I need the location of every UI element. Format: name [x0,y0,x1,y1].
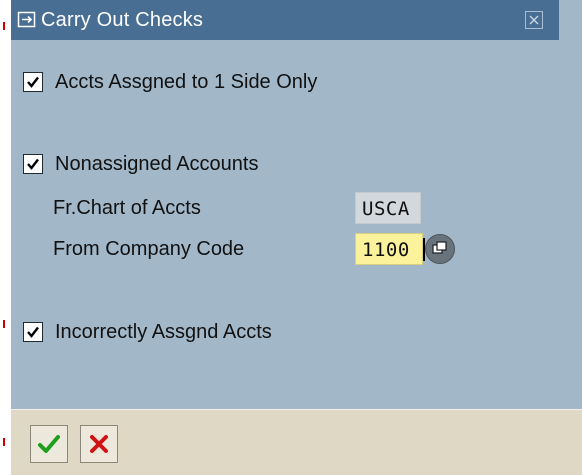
dialog-title: Carry Out Checks [41,9,204,31]
left-edge-strip [0,0,11,474]
accts-one-side-label: Accts Assgned to 1 Side Only [55,71,318,93]
carry-out-checks-dialog: Carry Out Checks Accts Assgned to 1 Side… [11,0,582,475]
company-code-input[interactable]: 1100 [355,233,425,265]
dialog-arrow-icon [17,10,37,30]
company-code-label: From Company Code [53,238,245,260]
company-code-value: 1100 [362,239,410,261]
chart-of-accts-label: Fr.Chart of Accts [53,197,201,219]
value-help-icon[interactable] [425,234,455,264]
chart-of-accts-value: USCA [362,198,410,220]
accts-one-side-checkbox[interactable] [23,72,43,92]
cancel-x-icon[interactable] [80,425,118,463]
chart-of-accts-field: USCA [355,192,421,224]
checkmark-icon[interactable] [30,425,68,463]
dialog-footer [11,409,582,475]
dialog-titlebar[interactable]: Carry Out Checks [11,0,559,40]
edge-mark [3,22,5,30]
edge-mark [3,320,5,328]
nonassigned-accounts-label: Nonassigned Accounts [55,153,259,175]
nonassigned-accounts-checkbox[interactable] [23,154,43,174]
incorrectly-assigned-label: Incorrectly Assgnd Accts [55,321,272,343]
incorrectly-assigned-checkbox[interactable] [23,322,43,342]
close-icon[interactable] [525,11,543,29]
edge-mark [3,438,5,446]
